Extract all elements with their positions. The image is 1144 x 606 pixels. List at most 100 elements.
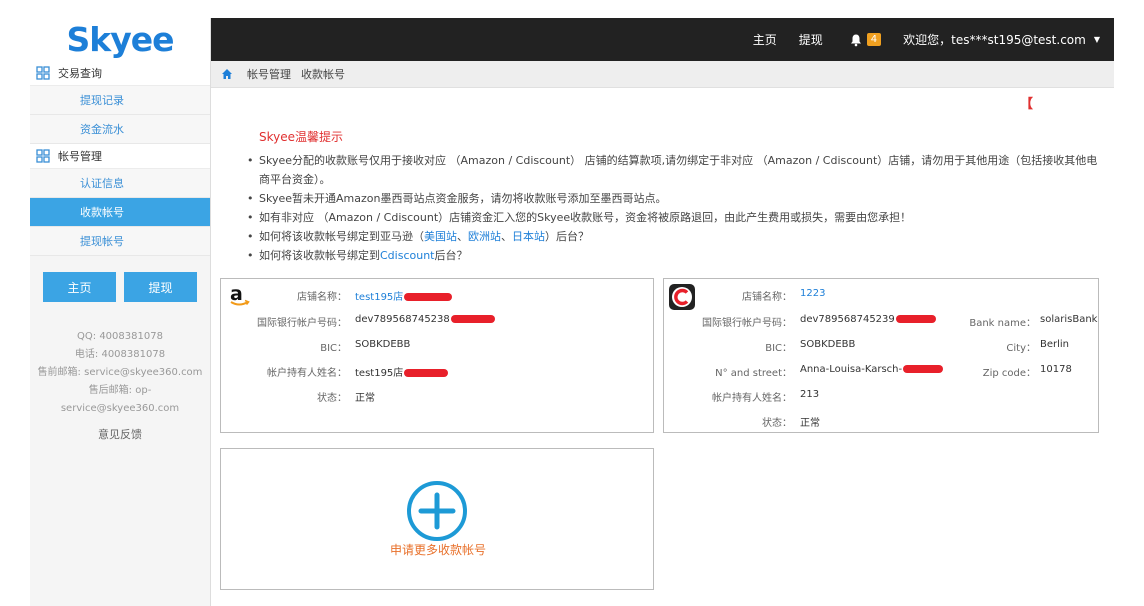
holder-text: test195店 bbox=[355, 368, 404, 379]
contact-info: QQ: 4008381078 电话: 4008381078 售前邮箱: serv… bbox=[30, 328, 210, 418]
amazon-eu-link[interactable]: 欧洲站 bbox=[468, 230, 501, 243]
sidebar-group-transactions[interactable]: 交易查询 bbox=[30, 61, 210, 86]
iban-text: dev789568745239 bbox=[800, 314, 895, 325]
breadcrumb: 帐号管理 收款帐号 bbox=[211, 61, 1114, 88]
holder-row: 帐户持有人姓名： test195店 bbox=[221, 364, 449, 379]
plus-circle-icon[interactable] bbox=[405, 479, 469, 543]
notice-item: Skyee分配的收款账号仅用于接收对应 （Amazon / Cdiscount）… bbox=[245, 151, 1105, 189]
nav-withdraw-link[interactable]: 提现 bbox=[799, 31, 823, 48]
add-account-card[interactable]: 申请更多收款帐号 bbox=[220, 448, 654, 590]
city-label: City： bbox=[1006, 343, 1036, 354]
notice-text: 如何将该收款帐号绑定到亚马逊（ bbox=[259, 230, 424, 243]
withdraw-button[interactable]: 提现 bbox=[124, 272, 197, 302]
grid-icon bbox=[36, 149, 50, 163]
zip-label: Zip code： bbox=[982, 368, 1036, 379]
notice-item: Skyee暂未开通Amazon墨西哥站点资金服务，请勿将收款账号添加至墨西哥站点… bbox=[245, 189, 1105, 208]
store-name-label: 店铺名称： bbox=[297, 292, 347, 303]
bank-name-label: Bank name： bbox=[969, 318, 1036, 329]
sidebar-item-fund-flow[interactable]: 资金流水 bbox=[30, 115, 210, 144]
amazon-account-card[interactable]: a 店铺名称： test195店 国际银行帐户号码： dev7895687452… bbox=[220, 278, 654, 433]
holder-value: 213 bbox=[800, 389, 820, 400]
notice-section: Skyee温馨提示 Skyee分配的收款账号仅用于接收对应 （Amazon / … bbox=[245, 128, 1105, 265]
bic-label: BIC： bbox=[765, 343, 792, 354]
breadcrumb-account-management[interactable]: 帐号管理 bbox=[247, 66, 291, 82]
store-name-row: 店铺名称： test195店 bbox=[221, 288, 453, 303]
iban-text: dev789568745238 bbox=[355, 314, 450, 325]
holder-row: 帐户持有人姓名： 213 bbox=[664, 389, 819, 404]
street-text: Anna-Louisa-Karsch- bbox=[800, 364, 903, 375]
iban-label: 国际银行帐户号码： bbox=[257, 318, 347, 329]
amazon-us-link[interactable]: 美国站 bbox=[424, 230, 457, 243]
status-label: 状态： bbox=[762, 418, 792, 429]
feedback-link[interactable]: 意见反馈 bbox=[30, 426, 210, 442]
user-menu[interactable]: 欢迎您，tes***st195@test.com ▼ bbox=[903, 31, 1100, 48]
city-value: Berlin bbox=[1040, 339, 1070, 350]
home-button[interactable]: 主页 bbox=[43, 272, 116, 302]
bic-row: BIC： SOBKDEBB bbox=[221, 339, 410, 354]
notice-item-amazon-binding: 如何将该收款帐号绑定到亚马逊（美国站、欧洲站、日本站）后台？ bbox=[245, 227, 1105, 246]
sidebar-buttons: 主页 提现 bbox=[30, 256, 210, 302]
notice-item-cdiscount-binding: 如何将该收款帐号绑定到Cdiscount后台？ bbox=[245, 246, 1105, 265]
bell-icon bbox=[850, 34, 861, 46]
notice-text: ）后台？ bbox=[545, 230, 589, 243]
redaction-mark bbox=[404, 293, 453, 301]
sidebar-item-withdraw-records[interactable]: 提现记录 bbox=[30, 86, 210, 115]
store-name-text: test195店 bbox=[355, 292, 404, 303]
notice-title: Skyee温馨提示 bbox=[259, 130, 344, 144]
cdiscount-link[interactable]: Cdiscount bbox=[380, 249, 434, 262]
sidebar-group-label: 帐号管理 bbox=[58, 150, 102, 163]
store-name-value[interactable]: test195店 bbox=[355, 288, 453, 303]
sidebar-group-account-management[interactable]: 帐号管理 bbox=[30, 144, 210, 169]
iban-row: 国际银行帐户号码： dev789568745238 bbox=[221, 314, 495, 329]
bic-label: BIC： bbox=[320, 343, 347, 354]
notice-list: Skyee分配的收款账号仅用于接收对应 （Amazon / Cdiscount）… bbox=[245, 151, 1105, 265]
sidebar: 交易查询 提现记录 资金流水 帐号管理 认证信息 收款帐号 提现帐号 主页 提现… bbox=[30, 61, 211, 606]
notice-text: 后台？ bbox=[434, 249, 468, 262]
amazon-jp-link[interactable]: 日本站 bbox=[512, 230, 545, 243]
separator-text: 、 bbox=[501, 230, 512, 243]
skyee-logo[interactable]: Skyee bbox=[30, 18, 211, 61]
street-label: N° and street： bbox=[715, 368, 792, 379]
zip-row: Zip code： 10178 bbox=[946, 364, 1072, 379]
redaction-mark bbox=[404, 369, 449, 377]
redaction-mark bbox=[895, 315, 936, 323]
sidebar-group-label: 交易查询 bbox=[58, 67, 102, 80]
welcome-text: 欢迎您，tes***st195@test.com bbox=[903, 33, 1086, 47]
separator-text: 、 bbox=[457, 230, 468, 243]
iban-label: 国际银行帐户号码： bbox=[702, 318, 792, 329]
status-label: 状态： bbox=[317, 393, 347, 404]
caret-down-icon: ▼ bbox=[1093, 35, 1100, 44]
holder-label: 帐户持有人姓名： bbox=[267, 368, 347, 379]
grid-icon bbox=[36, 66, 50, 80]
notifications-button[interactable]: 4 bbox=[849, 33, 882, 47]
status-value: 正常 bbox=[355, 393, 375, 404]
sidebar-item-receiving-accounts[interactable]: 收款帐号 bbox=[30, 198, 210, 227]
nav-home-link[interactable]: 主页 bbox=[753, 31, 777, 48]
sidebar-item-withdraw-accounts[interactable]: 提现帐号 bbox=[30, 227, 210, 256]
cdiscount-account-card[interactable]: 店铺名称： 1223 国际银行帐户号码： dev789568745239 BIC… bbox=[663, 278, 1099, 433]
sidebar-item-verification[interactable]: 认证信息 bbox=[30, 169, 210, 198]
bic-value: SOBKDEBB bbox=[800, 339, 856, 350]
add-account-label[interactable]: 申请更多收款帐号 bbox=[221, 541, 655, 558]
bic-value: SOBKDEBB bbox=[355, 339, 411, 350]
bank-name-value: solarisBank bbox=[1040, 314, 1098, 325]
contact-phone: 电话: 4008381078 bbox=[74, 349, 166, 360]
status-value: 正常 bbox=[800, 418, 820, 429]
redaction-mark bbox=[450, 315, 495, 323]
bic-row: BIC： SOBKDEBB bbox=[664, 339, 855, 354]
city-row: City： Berlin bbox=[946, 339, 1069, 354]
status-row: 状态： 正常 bbox=[664, 414, 820, 429]
notice-item: 如有非对应 （Amazon / Cdiscount）店铺资金汇入您的Skyee收… bbox=[245, 208, 1105, 227]
zip-value: 10178 bbox=[1040, 364, 1072, 375]
holder-label: 帐户持有人姓名： bbox=[712, 393, 792, 404]
street-row: N° and street： Anna-Louisa-Karsch- bbox=[664, 364, 944, 379]
contact-qq: QQ: 4008381078 bbox=[77, 331, 163, 342]
iban-row: 国际银行帐户号码： dev789568745239 bbox=[664, 314, 936, 329]
store-name-row: 店铺名称： 1223 bbox=[664, 288, 825, 303]
store-name-value[interactable]: 1223 bbox=[800, 288, 825, 303]
notice-text: 如何将该收款帐号绑定到 bbox=[259, 249, 380, 262]
iban-value: dev789568745238 bbox=[355, 314, 495, 329]
bank-name-row: Bank name： solarisBank bbox=[946, 314, 1097, 329]
logo-text: Skyee bbox=[66, 20, 175, 59]
home-icon[interactable] bbox=[221, 68, 233, 80]
